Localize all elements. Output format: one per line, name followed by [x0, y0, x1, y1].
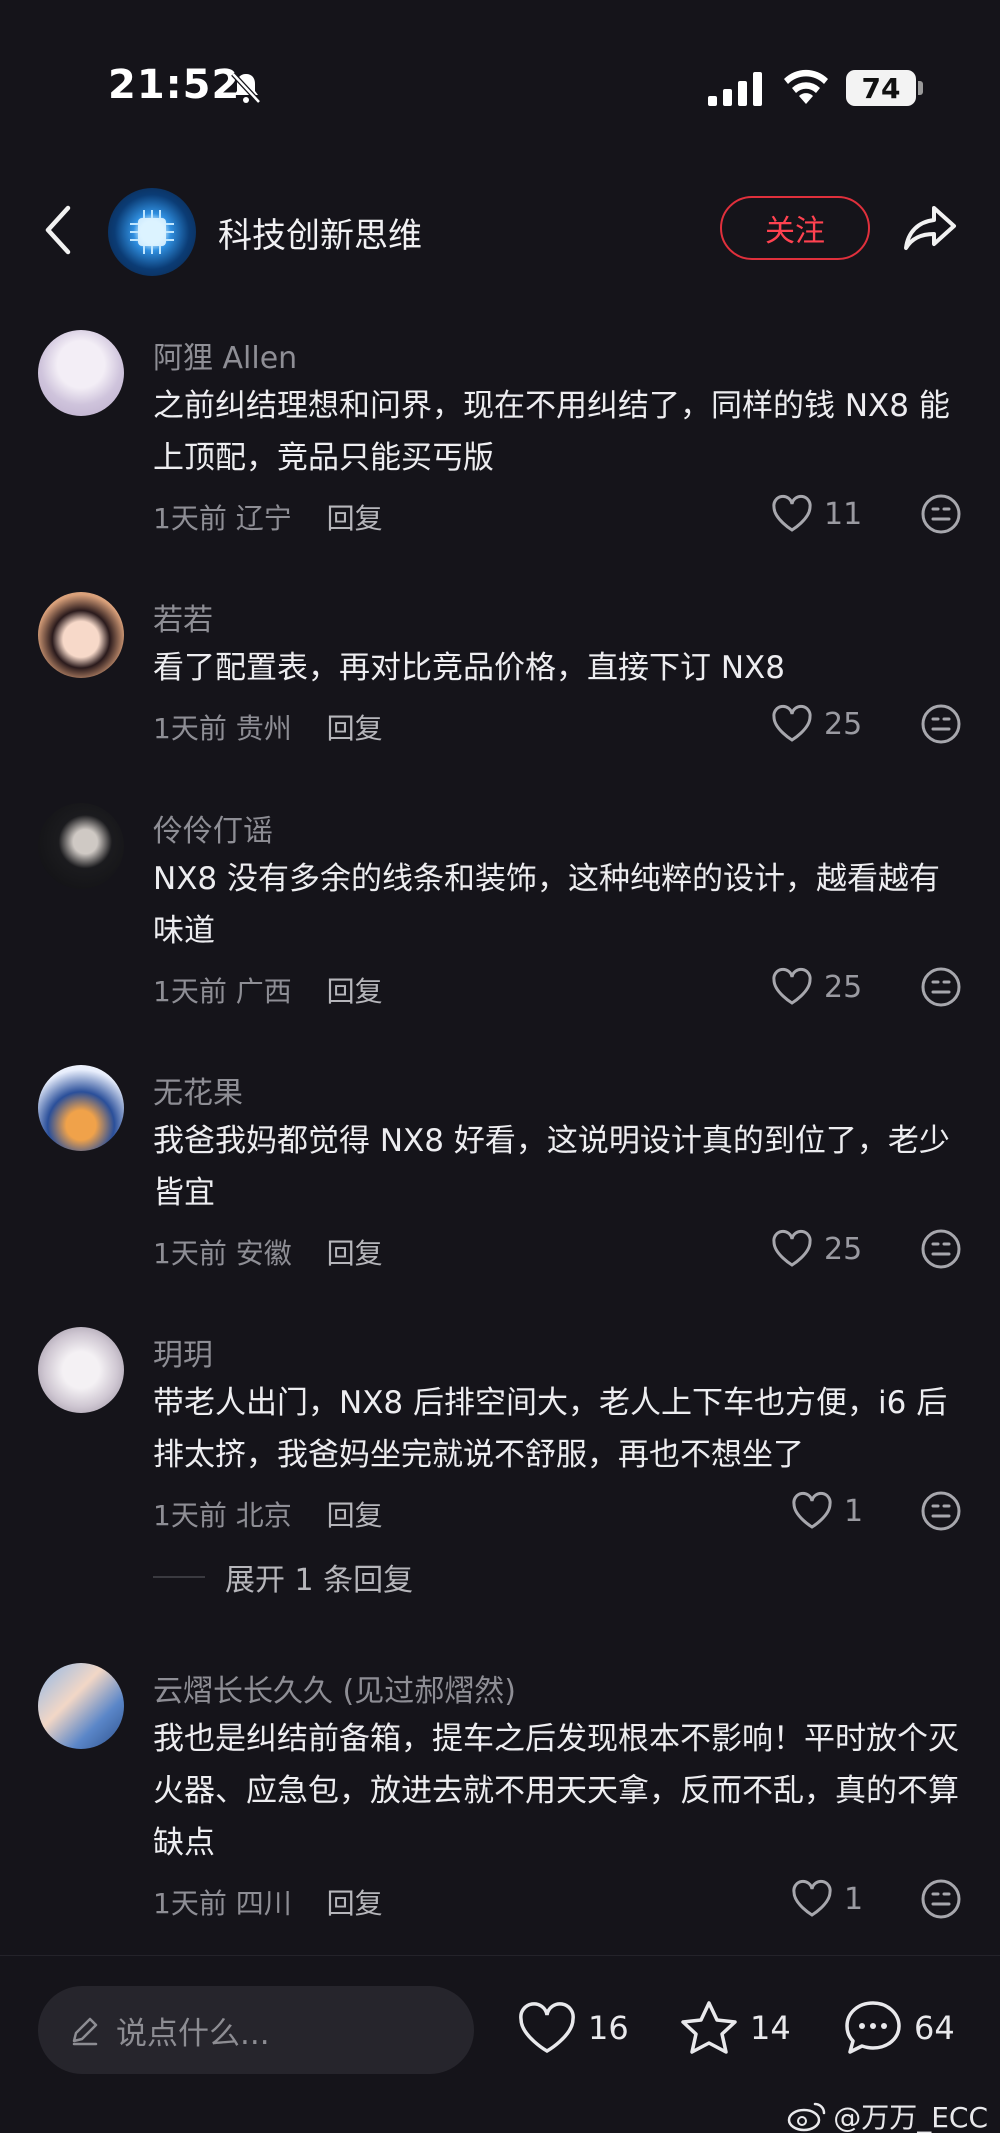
reply-button[interactable]: 回复 — [327, 1887, 383, 1920]
comment-page: 21:52 74 科技创新思维 关注 阿狸 Allen 之前纠结理想和问界，现在… — [0, 0, 1000, 2133]
comment-input-placeholder: 说点什么... — [116, 2015, 270, 2052]
comment-location: 贵州 — [235, 712, 292, 745]
reply-button[interactable]: 回复 — [327, 502, 383, 535]
like-count: 25 — [824, 706, 863, 742]
comment-text: 看了配置表，再对比竞品价格，直接下订 NX8 — [153, 650, 786, 686]
account-name[interactable]: 科技创新思维 — [218, 208, 422, 257]
comment-text: 我也是纠结前备箱，提车之后发现根本不影响！平时放个灭火器、应急包，放进去就不用天… — [153, 1721, 959, 1861]
header: 科技创新思维 关注 — [0, 180, 1000, 280]
reply-button[interactable]: 回复 — [327, 1237, 383, 1270]
commenter-avatar[interactable] — [38, 1327, 124, 1413]
commenter-name[interactable]: 若若 — [153, 595, 213, 639]
heart-icon — [792, 1879, 832, 1917]
expand-replies-label: 展开 1 条回复 — [225, 1563, 414, 1598]
like-count: 11 — [824, 496, 863, 532]
commenter-name[interactable]: 玥玥 — [153, 1330, 213, 1374]
comment-meta: 1天前 广西 回复 — [153, 970, 383, 1010]
comment-time: 1天前 — [153, 1237, 227, 1270]
comment-input[interactable]: 说点什么... — [38, 1986, 474, 2074]
like-button[interactable]: 1 — [790, 1489, 863, 1533]
emoji-reaction-icon[interactable] — [920, 966, 962, 1008]
like-count: 1 — [844, 1493, 864, 1529]
heart-icon — [772, 494, 812, 532]
battery-indicator: 74 — [846, 70, 916, 106]
heart-icon — [519, 2002, 575, 2054]
emoji-reaction-icon[interactable] — [920, 1878, 962, 1920]
commenter-name[interactable]: 无花果 — [153, 1068, 243, 1112]
like-button[interactable]: 25 — [770, 702, 862, 746]
like-button[interactable]: 25 — [770, 965, 862, 1009]
heart-icon — [772, 704, 812, 742]
status-bar: 21:52 74 — [0, 0, 1000, 180]
comment-text: 我爸我妈都觉得 NX8 好看，这说明设计真的到位了，老少皆宜 — [153, 1123, 950, 1211]
comment-location: 辽宁 — [235, 502, 292, 535]
comment-text: NX8 没有多余的线条和装饰，这种纯粹的设计，越看越有味道 — [153, 861, 941, 949]
comment-bubble-icon — [845, 2001, 901, 2054]
commenter-avatar[interactable] — [38, 1663, 124, 1749]
expand-replies-button[interactable]: 展开 1 条回复 — [153, 1555, 413, 1599]
back-arrow-icon[interactable] — [40, 202, 74, 258]
heart-icon — [792, 1491, 832, 1529]
comment-location: 四川 — [235, 1887, 292, 1920]
emoji-reaction-icon[interactable] — [920, 703, 962, 745]
heart-icon — [772, 967, 812, 1005]
post-comment-button[interactable]: 64 — [842, 1998, 955, 2058]
post-like-button[interactable]: 16 — [516, 1998, 629, 2058]
comment-location: 广西 — [235, 975, 292, 1008]
like-count: 25 — [824, 969, 863, 1005]
post-comment-count: 64 — [914, 2009, 955, 2047]
commenter-avatar[interactable] — [38, 592, 124, 678]
commenter-avatar[interactable] — [38, 803, 124, 889]
comment-time: 1天前 — [153, 1499, 227, 1532]
post-favorite-button[interactable]: 14 — [678, 1998, 791, 2058]
comment-meta: 1天前 北京 回复 — [153, 1494, 383, 1534]
comment-text: 之前纠结理想和问界，现在不用纠结了，同样的钱 NX8 能上顶配，竞品只能买丐版 — [153, 388, 950, 476]
like-count: 25 — [824, 1231, 863, 1267]
like-button[interactable]: 11 — [770, 492, 862, 536]
bell-muted-icon — [231, 72, 261, 104]
comment-location: 安徽 — [235, 1237, 292, 1270]
star-icon — [681, 2001, 737, 2054]
comment-text: 带老人出门，NX8 后排空间大，老人上下车也方便，i6 后排太挤，我爸妈坐完就说… — [153, 1385, 948, 1473]
commenter-name[interactable]: 云熠长长久久 (见过郝熠然) — [153, 1666, 516, 1710]
commenter-avatar[interactable] — [38, 1065, 124, 1151]
comment-time: 1天前 — [153, 712, 227, 745]
heart-icon — [772, 1229, 812, 1267]
pencil-icon — [72, 2017, 98, 2046]
emoji-reaction-icon[interactable] — [920, 493, 962, 535]
commenter-avatar[interactable] — [38, 330, 124, 416]
reply-button[interactable]: 回复 — [327, 712, 383, 745]
comment-meta: 1天前 辽宁 回复 — [153, 497, 383, 537]
like-count: 1 — [844, 1881, 864, 1917]
post-like-count: 16 — [588, 2009, 629, 2047]
watermark: @万万_ECC — [787, 2096, 988, 2133]
reply-button[interactable]: 回复 — [327, 1499, 383, 1532]
commenter-name[interactable]: 阿狸 Allen — [153, 333, 297, 377]
commenter-name[interactable]: 伶伶仃谣 — [153, 806, 273, 850]
emoji-reaction-icon[interactable] — [920, 1490, 962, 1532]
watermark-text: @万万_ECC — [833, 2101, 988, 2133]
post-favorite-count: 14 — [750, 2009, 791, 2047]
weibo-logo-icon — [787, 2102, 826, 2132]
status-time: 21:52 — [108, 62, 241, 108]
account-avatar[interactable] — [108, 188, 196, 276]
comment-time: 1天前 — [153, 975, 227, 1008]
like-button[interactable]: 25 — [770, 1227, 862, 1271]
comment-meta: 1天前 安徽 回复 — [153, 1232, 383, 1272]
battery-tip — [918, 81, 923, 95]
emoji-reaction-icon[interactable] — [920, 1228, 962, 1270]
comment-time: 1天前 — [153, 502, 227, 535]
cellular-signal-icon — [708, 72, 762, 106]
wifi-icon — [784, 69, 828, 104]
like-button[interactable]: 1 — [790, 1877, 863, 1921]
comment-time: 1天前 — [153, 1887, 227, 1920]
bottom-action-bar: 说点什么... 16 14 64 @万万_ECC — [0, 1955, 1000, 2133]
comment-meta: 1天前 贵州 回复 — [153, 707, 383, 747]
follow-button[interactable]: 关注 — [720, 196, 870, 260]
expand-divider — [153, 1576, 205, 1578]
reply-button[interactable]: 回复 — [327, 975, 383, 1008]
share-icon[interactable] — [902, 202, 958, 254]
comment-meta: 1天前 四川 回复 — [153, 1882, 383, 1922]
comment-location: 北京 — [235, 1499, 292, 1532]
